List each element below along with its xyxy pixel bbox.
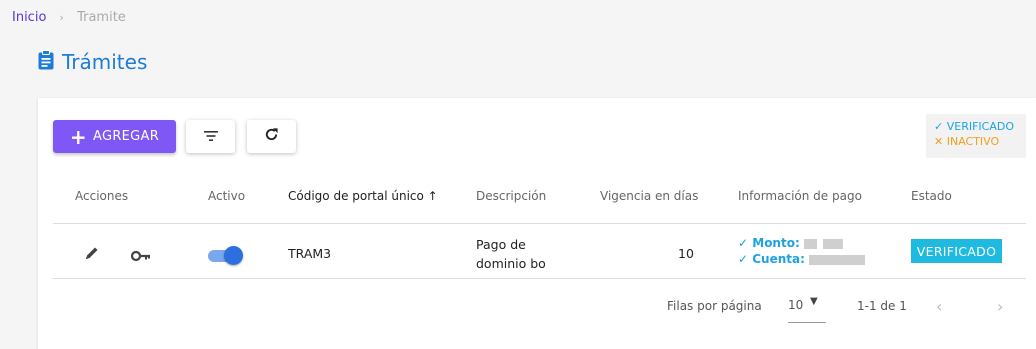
- column-header-descripcion: Descripción: [476, 189, 547, 203]
- refresh-button[interactable]: [247, 120, 296, 153]
- page-title-text: Trámites: [62, 50, 148, 74]
- column-header-codigo[interactable]: Código de portal único ↑: [288, 189, 438, 203]
- breadcrumb: Inicio › Tramite: [12, 10, 126, 25]
- redacted-block: [808, 254, 865, 265]
- legend-inactive: ✕ INACTIVO: [934, 135, 1026, 148]
- row-description-line-1: Pago de: [476, 237, 526, 252]
- plus-icon: +: [69, 124, 87, 149]
- add-button-label: AGREGAR: [92, 129, 160, 144]
- check-icon: ✓: [738, 236, 749, 250]
- rows-per-page-label: Filas por página: [667, 299, 762, 313]
- row-divider: [53, 278, 1026, 279]
- x-icon: ✕: [934, 135, 944, 148]
- breadcrumb-home-link[interactable]: Inicio: [12, 10, 46, 25]
- rows-per-page-select[interactable]: 10 ▼: [788, 296, 826, 323]
- breadcrumb-current: Tramite: [77, 10, 126, 25]
- header-divider: [53, 223, 1026, 224]
- column-header-activo: Activo: [208, 189, 246, 203]
- check-icon: ✓: [934, 120, 944, 133]
- legend-inactive-label: INACTIVO: [946, 135, 1000, 148]
- next-page-button[interactable]: ›: [997, 297, 1003, 316]
- clipboard-icon: [38, 50, 54, 74]
- tramites-card: + AGREGAR ✓ VERIFICADO ✕ INACTIVO Accion…: [38, 98, 1036, 349]
- column-header-vigencia: Vigencia en días: [600, 189, 699, 203]
- column-header-acciones: Acciones: [75, 189, 129, 203]
- add-button[interactable]: + AGREGAR: [53, 120, 176, 153]
- column-header-codigo-label: Código de portal único: [288, 189, 424, 203]
- legend-verified: ✓ VERIFICADO: [934, 120, 1026, 133]
- filter-icon: [203, 127, 219, 146]
- row-description-line-2: dominio bo: [476, 256, 546, 271]
- payment-monto: ✓ Monto:: [738, 235, 865, 251]
- payment-cuenta: ✓ Cuenta:: [738, 251, 865, 267]
- breadcrumb-separator: ›: [59, 11, 64, 24]
- page-title: Trámites: [38, 50, 147, 74]
- chevron-down-icon: ▼: [810, 296, 818, 307]
- filter-button[interactable]: [186, 120, 235, 153]
- legend-verified-label: VERIFICADO: [946, 120, 1014, 133]
- sort-arrow-icon: ↑: [427, 189, 438, 203]
- previous-page-button[interactable]: ‹: [936, 297, 942, 316]
- payment-cuenta-label: Cuenta:: [752, 252, 805, 266]
- active-toggle[interactable]: [208, 246, 244, 265]
- column-header-informacion-pago: Información de pago: [738, 189, 862, 203]
- key-icon[interactable]: [130, 247, 151, 266]
- check-icon: ✓: [738, 252, 749, 266]
- refresh-icon: [264, 127, 279, 146]
- rows-per-page-value: 10: [788, 298, 804, 312]
- edit-pencil-icon[interactable]: [84, 245, 100, 265]
- redacted-block: [822, 238, 843, 249]
- row-validity-days: 10: [678, 246, 694, 261]
- row-code: TRAM3: [288, 246, 332, 261]
- status-legend: ✓ VERIFICADO ✕ INACTIVO: [926, 114, 1026, 158]
- row-description: Pago de dominio bo: [476, 235, 546, 273]
- status-badge: VERIFICADO: [911, 239, 1002, 263]
- column-header-estado: Estado: [911, 189, 952, 203]
- redacted-block: [803, 238, 817, 249]
- payment-monto-label: Monto:: [752, 236, 800, 250]
- pagination-range: 1-1 de 1: [857, 299, 907, 313]
- row-payment-info: ✓ Monto: ✓ Cuenta:: [738, 235, 865, 267]
- toggle-knob: [224, 246, 243, 265]
